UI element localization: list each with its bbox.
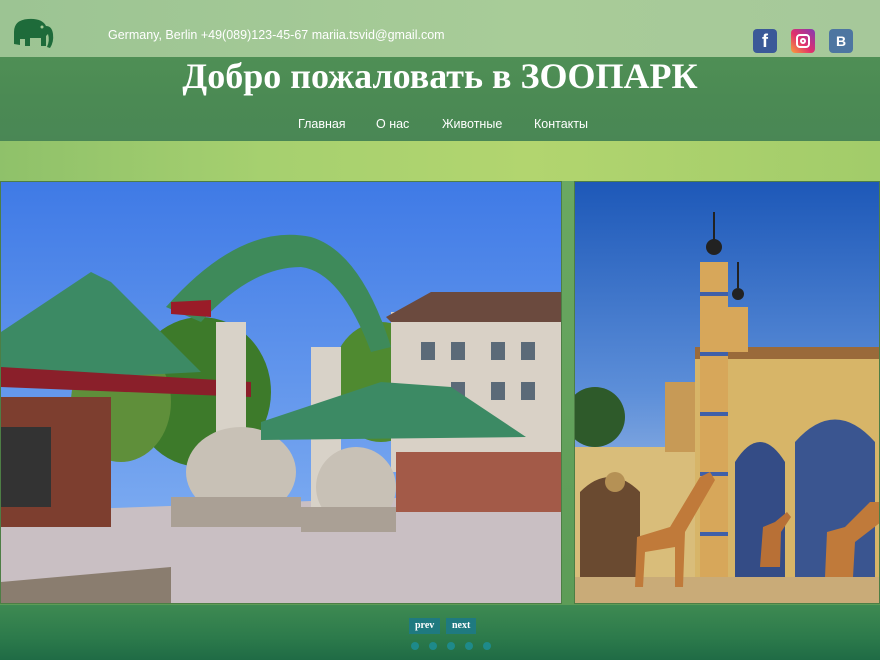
slide-zoo-gate: [0, 181, 562, 604]
slider-dot-2[interactable]: [429, 642, 437, 650]
page-title: Добро пожаловать в ЗООПАРК: [182, 56, 698, 96]
nav-contacts[interactable]: Контакты: [534, 117, 588, 131]
slider-dot-3[interactable]: [447, 642, 455, 650]
decorative-strip: [0, 141, 880, 181]
main-nav: Главная О нас Животные Контакты: [0, 117, 880, 137]
top-bar: Germany, Berlin +49(089)123-45-67 mariia…: [0, 0, 880, 57]
slide-giraffe-house: [574, 181, 880, 604]
slider-dot-5[interactable]: [483, 642, 491, 650]
prev-button[interactable]: prev: [409, 618, 441, 634]
vk-icon[interactable]: B: [829, 29, 853, 53]
facebook-icon[interactable]: f: [753, 29, 777, 53]
next-button[interactable]: next: [446, 618, 477, 634]
header: Добро пожаловать в ЗООПАРК Главная О нас…: [0, 57, 880, 141]
contact-info: Germany, Berlin +49(089)123-45-67 mariia…: [108, 28, 445, 42]
slider-dot-4[interactable]: [465, 642, 473, 650]
nav-home[interactable]: Главная: [298, 117, 346, 131]
zoo-gate-photo: [1, 182, 561, 603]
nav-animals[interactable]: Животные: [442, 117, 502, 131]
slider-dot-1[interactable]: [411, 642, 419, 650]
elephant-icon[interactable]: [8, 14, 56, 50]
instagram-icon[interactable]: [791, 29, 815, 53]
giraffe-house-photo: [575, 182, 879, 603]
nav-about[interactable]: О нас: [376, 117, 409, 131]
